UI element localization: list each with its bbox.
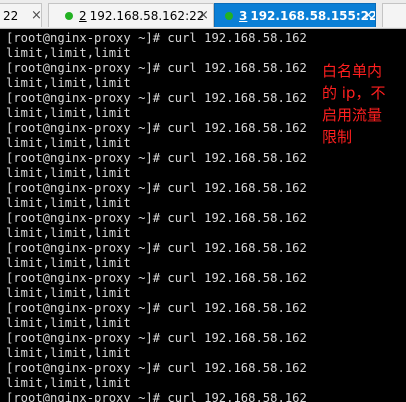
close-icon[interactable]: × xyxy=(31,8,41,23)
session-tab-2[interactable]: 2 192.168.58.162:22 × xyxy=(48,3,214,27)
terminal-line: [root@nginx-proxy ~]# curl 192.168.58.16… xyxy=(6,331,307,345)
close-icon[interactable]: × xyxy=(363,8,374,23)
terminal-window: 22 × 2 192.168.58.162:22 × 3 192.168.58.… xyxy=(0,0,406,402)
terminal-line: limit,limit,limit xyxy=(6,376,131,390)
terminal-line: [root@nginx-proxy ~]# curl 192.168.58.16… xyxy=(6,361,307,375)
connected-status-icon xyxy=(65,11,73,20)
terminal-line: [root@nginx-proxy ~]# curl 192.168.58.16… xyxy=(6,181,307,195)
terminal-line: limit,limit,limit xyxy=(6,256,131,270)
session-tab-3-active[interactable]: 3 192.168.58.155:22 × xyxy=(214,3,376,27)
session-tab-bar: 22 × 2 192.168.58.162:22 × 3 192.168.58.… xyxy=(0,0,406,29)
terminal-line: [root@nginx-proxy ~]# curl 192.168.58.16… xyxy=(6,211,307,225)
terminal-line: limit,limit,limit xyxy=(6,196,131,210)
terminal-line: limit,limit,limit xyxy=(6,346,131,360)
tab-label: 192.168.58.155:22 xyxy=(250,8,376,23)
session-tab-1[interactable]: 22 × xyxy=(0,3,42,27)
terminal-line: [root@nginx-proxy ~]# curl 192.168.58.16… xyxy=(6,31,307,45)
terminal-line: [root@nginx-proxy ~]# curl 192.168.58.16… xyxy=(6,391,307,402)
annotation-line: 白名单内 xyxy=(322,62,383,80)
terminal-line: limit,limit,limit xyxy=(6,166,131,180)
tab-number: 3 xyxy=(239,8,248,23)
terminal-line: limit,limit,limit xyxy=(6,286,131,300)
terminal-line: [root@nginx-proxy ~]# curl 192.168.58.16… xyxy=(6,151,307,165)
close-icon[interactable]: × xyxy=(198,8,209,23)
tab-label: 22 xyxy=(3,8,19,23)
tab-number: 2 xyxy=(79,8,87,23)
whitelist-annotation: 白名单内的 ip，不 启用流量限制 xyxy=(322,60,406,148)
terminal-line: [root@nginx-proxy ~]# curl 192.168.58.16… xyxy=(6,271,307,285)
annotation-line: 启用流量 xyxy=(322,106,383,124)
terminal-line: limit,limit,limit xyxy=(6,316,131,330)
terminal-line: limit,limit,limit xyxy=(6,46,131,60)
annotation-line: 限制 xyxy=(322,128,353,146)
session-tab-4[interactable] xyxy=(382,3,406,27)
tab-label: 192.168.58.162:22 xyxy=(89,8,205,23)
annotation-line: 的 ip，不 xyxy=(322,84,386,102)
terminal-line: [root@nginx-proxy ~]# curl 192.168.58.16… xyxy=(6,241,307,255)
terminal-line: limit,limit,limit xyxy=(6,226,131,240)
connected-status-icon xyxy=(225,11,233,20)
terminal-line: [root@nginx-proxy ~]# curl 192.168.58.16… xyxy=(6,301,307,315)
